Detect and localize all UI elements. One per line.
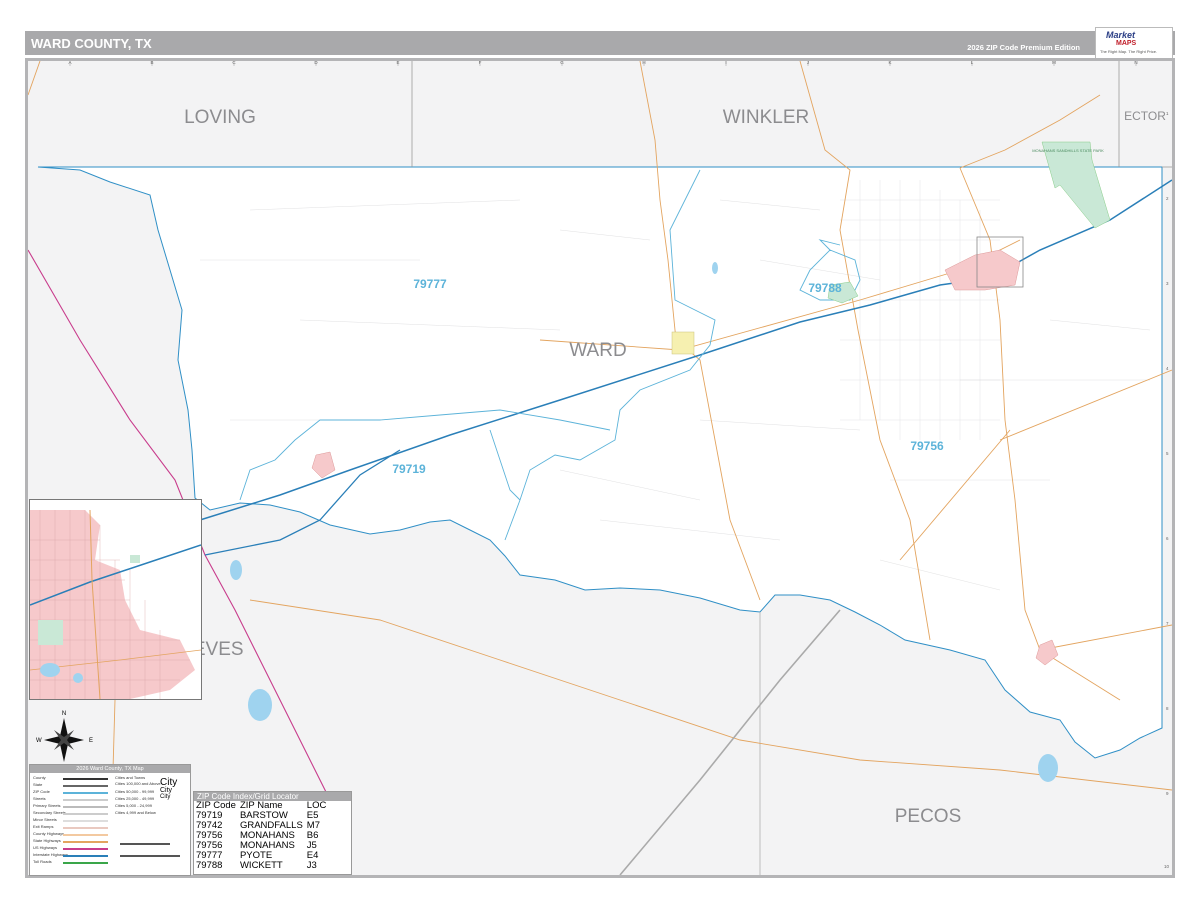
grid-col-g: G <box>560 60 564 65</box>
legend-cities-100k: Cities 100,000 and Above <box>115 781 161 786</box>
grid-col-n: N <box>1134 60 1137 65</box>
legend-item-streets: Streets <box>33 796 46 801</box>
legend-item-county-hwy: County Highways <box>33 831 65 836</box>
legend-line-primary <box>63 806 108 808</box>
grid-col-a: A <box>68 60 71 65</box>
legend-line-toll <box>63 862 108 864</box>
legend-line-county-hwy <box>63 834 108 836</box>
legend-line-minor <box>63 820 108 822</box>
zip-index-table: ZIP Code ZIP Name LOC 79719 BARSTOW E5 7… <box>196 801 330 871</box>
table-row: 79788 WICKETT J3 <box>196 861 330 871</box>
legend-item-state: State <box>33 782 43 787</box>
legend-item-zip: ZIP Code <box>33 789 50 794</box>
grid-col-h: H <box>642 60 645 65</box>
grid-col-b: B <box>150 60 153 65</box>
grid-col-f: F <box>479 60 482 65</box>
inset-canvas <box>30 500 201 699</box>
compass-e: E <box>89 738 93 744</box>
zip-label-79756: 79756 <box>910 439 944 453</box>
zip-loc-cell: J3 <box>306 860 317 871</box>
legend-line-state <box>63 785 108 787</box>
grid-col-j: J <box>807 60 809 65</box>
legend-line-secondary <box>63 813 108 815</box>
pyote-city-area <box>671 331 695 355</box>
legend-title: 2026 Ward County, TX Map <box>30 765 190 773</box>
legend-city-sample-medium: City <box>160 787 173 794</box>
zip-label-79788: 79788 <box>808 281 842 295</box>
legend-line-county <box>63 778 108 780</box>
map-legend: 2026 Ward County, TX Map County State ZI… <box>29 764 191 876</box>
legend-line-us-hwy <box>63 848 108 850</box>
compass-n: N <box>62 711 66 717</box>
legend-item-minor: Minor Streets <box>33 817 57 822</box>
legend-cities-5k: Cities 5,000 - 24,999 <box>115 803 152 808</box>
legend-item-secondary: Secondary Streets <box>33 810 66 815</box>
grid-col-m: M <box>1052 60 1056 65</box>
legend-cities-below: Cities 4,999 and Below <box>115 810 156 815</box>
legend-scale-bar-km <box>120 855 180 857</box>
inset-small-park <box>130 555 140 563</box>
grid-col-k: K <box>888 60 891 65</box>
inset-park <box>38 620 63 645</box>
legend-line-zip <box>63 792 108 794</box>
legend-item-toll: Toll Roads <box>33 859 52 864</box>
legend-item-us-hwy: US Highways <box>33 845 58 850</box>
legend-item-county: County <box>33 775 46 780</box>
county-label-ward: WARD <box>569 340 626 361</box>
legend-line-interstate <box>63 855 108 857</box>
zip-name-cell: WICKETT <box>239 860 283 871</box>
inset-water-2 <box>73 673 83 683</box>
legend-line-exit <box>63 827 108 829</box>
compass-w: W <box>36 738 42 744</box>
legend-item-primary: Primary Streets <box>33 803 61 808</box>
park-label: MONAHANS SANDHILLS STATE PARK <box>1032 148 1104 153</box>
grid-col-e: E <box>396 60 399 65</box>
county-label-loving: LOVING <box>184 107 256 128</box>
legend-scale-bar-miles <box>120 843 170 845</box>
county-label-ector: ECTOR <box>1124 109 1166 123</box>
county-label-winkler: WINKLER <box>723 107 810 128</box>
county-label-pecos: PECOS <box>895 806 962 827</box>
legend-line-state-hwy <box>63 841 108 843</box>
legend-cities-50k: Cities 50,000 - 99,999 <box>115 789 155 794</box>
zip-cell: 79788 <box>196 860 223 871</box>
legend-city-sample-small: City <box>160 794 171 800</box>
legend-item-exit: Exit Ramps <box>33 824 54 829</box>
zip-label-79719: 79719 <box>392 462 426 476</box>
inset-water <box>40 663 60 677</box>
legend-cities-25k: Cities 25,000 - 49,999 <box>115 796 155 801</box>
legend-cities-header: Cities and Towns <box>115 775 146 780</box>
grid-col-i: I <box>725 60 726 65</box>
city-inset-map <box>29 499 202 700</box>
zip-label-79777: 79777 <box>413 277 447 291</box>
zip-code-index: ZIP Code Index/Grid Locator ZIP Code ZIP… <box>193 791 352 875</box>
legend-item-state-hwy: State Highways <box>33 838 61 843</box>
legend-line-streets <box>63 799 108 801</box>
grid-row-10: 10 <box>1164 864 1170 869</box>
